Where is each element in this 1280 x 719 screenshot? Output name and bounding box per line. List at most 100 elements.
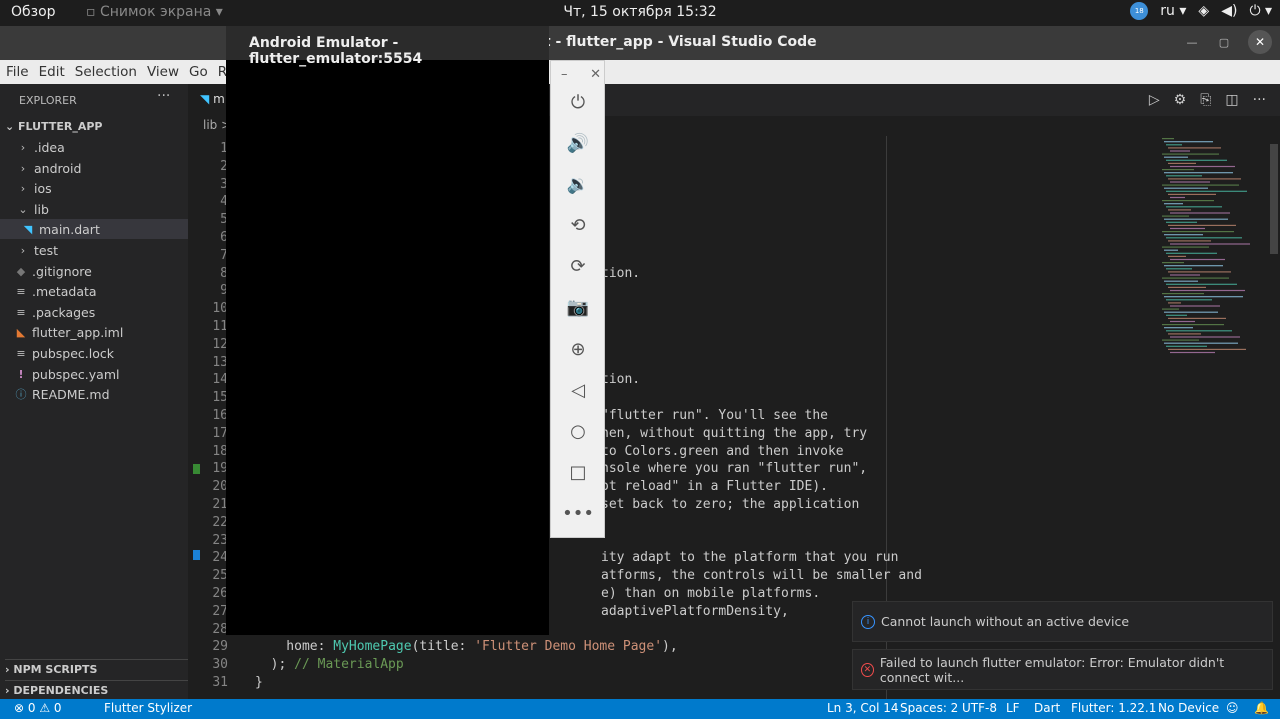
maximize-icon[interactable]: ▢ xyxy=(1216,36,1232,49)
tree-file-packages[interactable]: ≡ .packages xyxy=(0,302,188,322)
back-icon[interactable]: ◁ xyxy=(565,377,591,403)
menu-go[interactable]: Go xyxy=(189,64,208,80)
minimap-line xyxy=(1170,289,1245,292)
minimap-line xyxy=(1168,147,1221,149)
rotate-right-icon[interactable]: ⟳ xyxy=(565,253,591,279)
npm-scripts-section[interactable]: › NPM SCRIPTS xyxy=(5,659,188,676)
android-emulator-window[interactable]: Android Emulator - flutter_emulator:5554 xyxy=(226,26,549,635)
more-actions-icon[interactable]: ··· xyxy=(157,88,170,104)
minimap-line xyxy=(1168,348,1246,350)
minimap[interactable] xyxy=(1160,136,1268,366)
tree-file-main-dart[interactable]: ◥ main.dart xyxy=(0,219,188,239)
debug-run-icon[interactable]: ⚙ xyxy=(1174,92,1187,108)
minimap-line xyxy=(1170,274,1200,276)
minimap-line xyxy=(1168,333,1201,335)
minimap-line xyxy=(1162,324,1224,326)
menu-selection[interactable]: Selection xyxy=(75,64,137,80)
close-icon[interactable]: ✕ xyxy=(1248,30,1272,54)
split-editor-icon[interactable]: ◫ xyxy=(1225,92,1238,108)
minimap-line xyxy=(1170,336,1240,338)
tree-item-label: test xyxy=(34,242,59,258)
more-icon[interactable]: ••• xyxy=(562,500,594,526)
feedback-icon[interactable]: ☺ xyxy=(1226,701,1239,715)
power-menu-icon[interactable]: ⏻ ▾ xyxy=(1249,3,1272,19)
line-number: 25 xyxy=(212,568,228,584)
notification-error[interactable]: ✕ Failed to launch flutter emulator: Err… xyxy=(852,649,1273,690)
lines-file-icon: ≡ xyxy=(16,346,26,360)
encoding[interactable]: UTF-8 xyxy=(962,701,997,715)
chevron-right-icon: › xyxy=(20,161,26,175)
minimap-line xyxy=(1168,178,1241,180)
flutter-version[interactable]: Flutter: 1.22.1 xyxy=(1071,701,1156,715)
tree-folder-ios[interactable]: › ios xyxy=(0,178,188,198)
rss-file-icon: ◣ xyxy=(16,325,26,339)
project-folder-header[interactable]: ⌄ FLUTTER_APP xyxy=(5,120,103,133)
notification-info[interactable]: i Cannot launch without an active device xyxy=(852,601,1273,642)
tree-folder-test[interactable]: › test xyxy=(0,240,188,260)
window-title: rt - flutter_app - Visual Studio Code xyxy=(537,34,817,50)
menu-view[interactable]: View xyxy=(147,64,179,80)
zoom-icon[interactable]: ⊕ xyxy=(565,336,591,362)
code-line: tion. xyxy=(601,372,641,388)
line-number: 23 xyxy=(212,532,228,548)
tree-folder-lib[interactable]: ⌄ lib xyxy=(0,199,188,219)
update-badge-icon[interactable]: 18 xyxy=(1130,2,1149,20)
rotate-left-icon[interactable]: ⟲ xyxy=(565,212,591,238)
notifications-bell-icon[interactable]: 🔔 xyxy=(1254,701,1269,715)
minimap-line xyxy=(1164,172,1233,174)
camera-icon[interactable]: 📷 xyxy=(565,294,591,320)
open-device-icon[interactable]: ⎘ xyxy=(1200,92,1211,108)
line-ending[interactable]: LF xyxy=(1006,701,1020,715)
tree-file-pubspec-yaml[interactable]: ! pubspec.yaml xyxy=(0,364,188,384)
minimap-line xyxy=(1164,203,1183,205)
minimap-line xyxy=(1168,271,1231,273)
minimap-line xyxy=(1170,212,1230,214)
editor-scrollbar[interactable] xyxy=(1270,144,1278,254)
code-line: hen, without quitting the app, try xyxy=(601,425,868,441)
wifi-icon[interactable]: ◈ xyxy=(1198,3,1209,19)
volume-down-icon[interactable]: 🔉 xyxy=(565,171,591,197)
line-number: 7 xyxy=(220,247,228,263)
tree-folder-android[interactable]: › android xyxy=(0,158,188,178)
line-number: 2 xyxy=(220,158,228,174)
volume-icon[interactable]: ◀) xyxy=(1221,3,1237,19)
chevron-right-icon: › xyxy=(20,243,26,257)
device-selector[interactable]: No Device xyxy=(1158,701,1219,715)
volume-up-icon[interactable]: 🔊 xyxy=(565,130,591,156)
close-icon[interactable]: ✕ xyxy=(590,67,601,82)
line-number: 3 xyxy=(220,176,228,192)
tree-folder-idea[interactable]: › .idea xyxy=(0,137,188,157)
minimize-icon[interactable]: – xyxy=(561,67,568,82)
overview-icon[interactable]: □ xyxy=(565,459,591,485)
minimap-line xyxy=(1162,246,1209,248)
menu-edit[interactable]: Edit xyxy=(39,64,65,80)
tree-file-pubspec-lock[interactable]: ≡ pubspec.lock xyxy=(0,343,188,363)
clock[interactable]: Чт, 15 октября 15:32 xyxy=(0,4,1280,20)
minimize-icon[interactable]: — xyxy=(1184,36,1200,49)
power-icon[interactable]: ⏻ xyxy=(565,89,591,115)
notification-text: Cannot launch without an active device xyxy=(881,614,1130,629)
problems-indicator[interactable]: ⊗ 0 ⚠ 0 xyxy=(14,701,62,715)
tree-file-iml[interactable]: ◣ flutter_app.iml xyxy=(0,322,188,342)
home-icon[interactable]: ○ xyxy=(565,418,591,444)
language-selector[interactable]: ru ▾ xyxy=(1160,3,1186,19)
tree-file-readme[interactable]: ⓘ README.md xyxy=(0,384,188,404)
indentation[interactable]: Spaces: 2 xyxy=(900,701,958,715)
flutter-stylizer[interactable]: Flutter Stylizer xyxy=(104,701,192,715)
line-number: 18 xyxy=(212,443,228,459)
run-icon[interactable]: ▷ xyxy=(1149,92,1160,108)
line-number: 29 xyxy=(212,639,228,655)
chevron-down-icon: ⌄ xyxy=(18,202,28,216)
minimap-line xyxy=(1166,144,1182,146)
line-number: 17 xyxy=(212,425,228,441)
tree-item-label: .packages xyxy=(32,304,96,320)
tree-item-label: .metadata xyxy=(32,283,97,299)
language-mode[interactable]: Dart xyxy=(1034,701,1060,715)
tree-file-gitignore[interactable]: ◆ .gitignore xyxy=(0,261,188,281)
menu-file[interactable]: File xyxy=(6,64,29,80)
info-file-icon: ⓘ xyxy=(15,388,27,401)
more-actions-icon[interactable]: ··· xyxy=(1253,92,1266,108)
dependencies-section[interactable]: › DEPENDENCIES xyxy=(5,680,188,697)
cursor-position[interactable]: Ln 3, Col 14 xyxy=(827,701,899,715)
tree-file-metadata[interactable]: ≡ .metadata xyxy=(0,281,188,301)
